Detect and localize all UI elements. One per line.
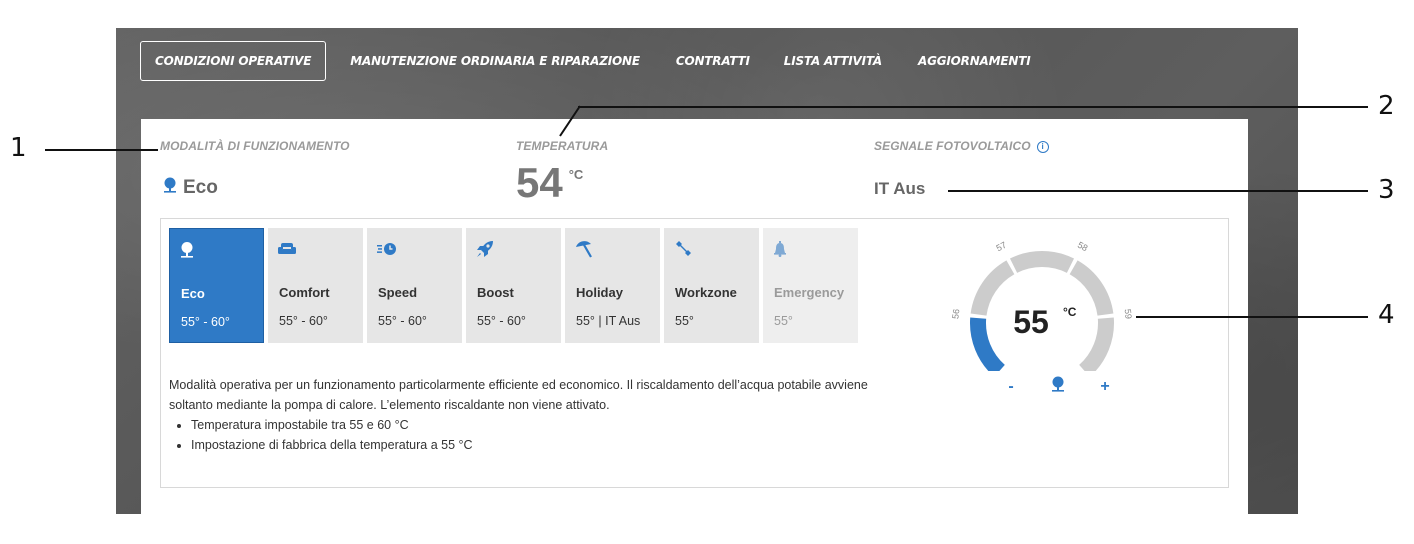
- callout-1: 1: [10, 133, 27, 163]
- mode-name: Boost: [477, 285, 514, 300]
- increase-button[interactable]: +: [1097, 378, 1113, 396]
- mode-range: 55° - 60°: [477, 314, 526, 328]
- callout-1-line: [45, 149, 158, 151]
- speed-clock-icon: [377, 238, 452, 260]
- mode-value: Eco: [183, 177, 218, 198]
- mode-range: 55° - 60°: [279, 314, 328, 328]
- gauge-tick-label: 56: [950, 308, 961, 319]
- tab-manutenzione[interactable]: MANUTENZIONE ORDINARIA E RIPARAZIONE: [336, 41, 654, 81]
- mode-range: 55°: [774, 314, 793, 328]
- pv-signal-label-wrap: SEGNALE FOTOVOLTAICO i: [874, 139, 1049, 153]
- mode-selector-box: Eco 55° - 60° Comfort 55° - 60° Speed 55…: [160, 218, 1229, 488]
- mode-range: 55° - 60°: [378, 314, 427, 328]
- callout-3-line: [948, 190, 1368, 192]
- temperature-readout: 54 °C: [516, 159, 583, 207]
- gauge-unit: °C: [1063, 305, 1077, 319]
- sofa-icon: [278, 238, 353, 260]
- mode-name: Comfort: [279, 285, 330, 300]
- gauge-segment[interactable]: [1009, 251, 1075, 273]
- pv-signal-value: IT Aus: [874, 179, 926, 198]
- rocket-icon: [476, 238, 551, 260]
- tree-icon: [180, 239, 253, 261]
- temperature-unit: °C: [568, 167, 584, 182]
- mode-range: 55° - 60°: [181, 315, 230, 329]
- mode-range: 55°: [675, 314, 694, 328]
- tab-aggiornamenti[interactable]: AGGIORNAMENTI: [904, 41, 1044, 81]
- mode-name: Emergency: [774, 285, 845, 300]
- gauge-segment[interactable]: [970, 260, 1015, 316]
- temperature-gauge[interactable]: 555657585960 55 °C: [947, 231, 1137, 371]
- temperature-value: 54: [516, 159, 563, 206]
- info-icon[interactable]: i: [1036, 141, 1049, 153]
- pv-signal-label: SEGNALE FOTOVOLTAICO: [874, 139, 1031, 153]
- beach-umbrella-icon: [575, 238, 650, 260]
- gauge-segment[interactable]: [970, 317, 1005, 371]
- mode-cards: Eco 55° - 60° Comfort 55° - 60° Speed 55…: [169, 228, 858, 343]
- mode-description: Modalità operativa per un funzionamento …: [169, 375, 889, 455]
- mode-card-emergency[interactable]: Emergency 55°: [763, 228, 858, 343]
- mode-name: Holiday: [576, 285, 623, 300]
- tab-contratti[interactable]: CONTRATTI: [662, 41, 764, 81]
- callout-2-pointer: [559, 105, 581, 137]
- description-bullet: Impostazione di fabbrica della temperatu…: [191, 435, 889, 455]
- wrench-icon: [674, 238, 749, 260]
- callout-2: 2: [1378, 91, 1395, 121]
- mode-card-comfort[interactable]: Comfort 55° - 60°: [268, 228, 363, 343]
- gauge-value: 55: [1013, 304, 1049, 340]
- mode-card-eco[interactable]: Eco 55° - 60°: [169, 228, 264, 343]
- tree-icon: [1051, 376, 1065, 397]
- temperature-label: TEMPERATURA: [516, 139, 609, 153]
- description-bullets: Temperatura impostabile tra 55 e 60 °C I…: [191, 415, 889, 455]
- operating-conditions-panel: MODALITÀ DI FUNZIONAMENTO Eco TEMPERATUR…: [141, 119, 1248, 514]
- mode-card-speed[interactable]: Speed 55° - 60°: [367, 228, 462, 343]
- mode-card-workzone[interactable]: Workzone 55°: [664, 228, 759, 343]
- mode-label: MODALITÀ DI FUNZIONAMENTO: [160, 139, 350, 153]
- main-tabs: CONDIZIONI OPERATIVE MANUTENZIONE ORDINA…: [140, 41, 1044, 81]
- mode-name: Workzone: [675, 285, 737, 300]
- bell-icon: [773, 238, 848, 260]
- callout-4: 4: [1378, 300, 1395, 330]
- description-text: Modalità operativa per un funzionamento …: [169, 378, 868, 412]
- mode-status: Eco: [163, 177, 218, 199]
- callout-4-line: [1136, 316, 1368, 318]
- tab-condizioni-operative[interactable]: CONDIZIONI OPERATIVE: [140, 41, 327, 81]
- gauge-controls: - +: [1003, 376, 1113, 397]
- mode-card-holiday[interactable]: Holiday 55° | IT Aus: [565, 228, 660, 343]
- mode-range: 55° | IT Aus: [576, 314, 641, 328]
- mode-name: Speed: [378, 285, 418, 300]
- tree-icon: [163, 177, 177, 199]
- description-bullet: Temperatura impostabile tra 55 e 60 °C: [191, 415, 889, 435]
- mode-name: Eco: [181, 286, 205, 301]
- gauge-tick-label: 58: [1076, 240, 1090, 254]
- gauge-segment[interactable]: [1079, 317, 1114, 371]
- gauge-tick-label: 57: [995, 240, 1009, 254]
- callout-2-line: [578, 106, 1368, 108]
- mode-card-boost[interactable]: Boost 55° - 60°: [466, 228, 561, 343]
- decrease-button[interactable]: -: [1003, 378, 1019, 396]
- tab-lista-attivita[interactable]: LISTA ATTIVITÀ: [770, 41, 896, 81]
- callout-3: 3: [1378, 175, 1395, 205]
- gauge-tick-label: 59: [1123, 308, 1134, 319]
